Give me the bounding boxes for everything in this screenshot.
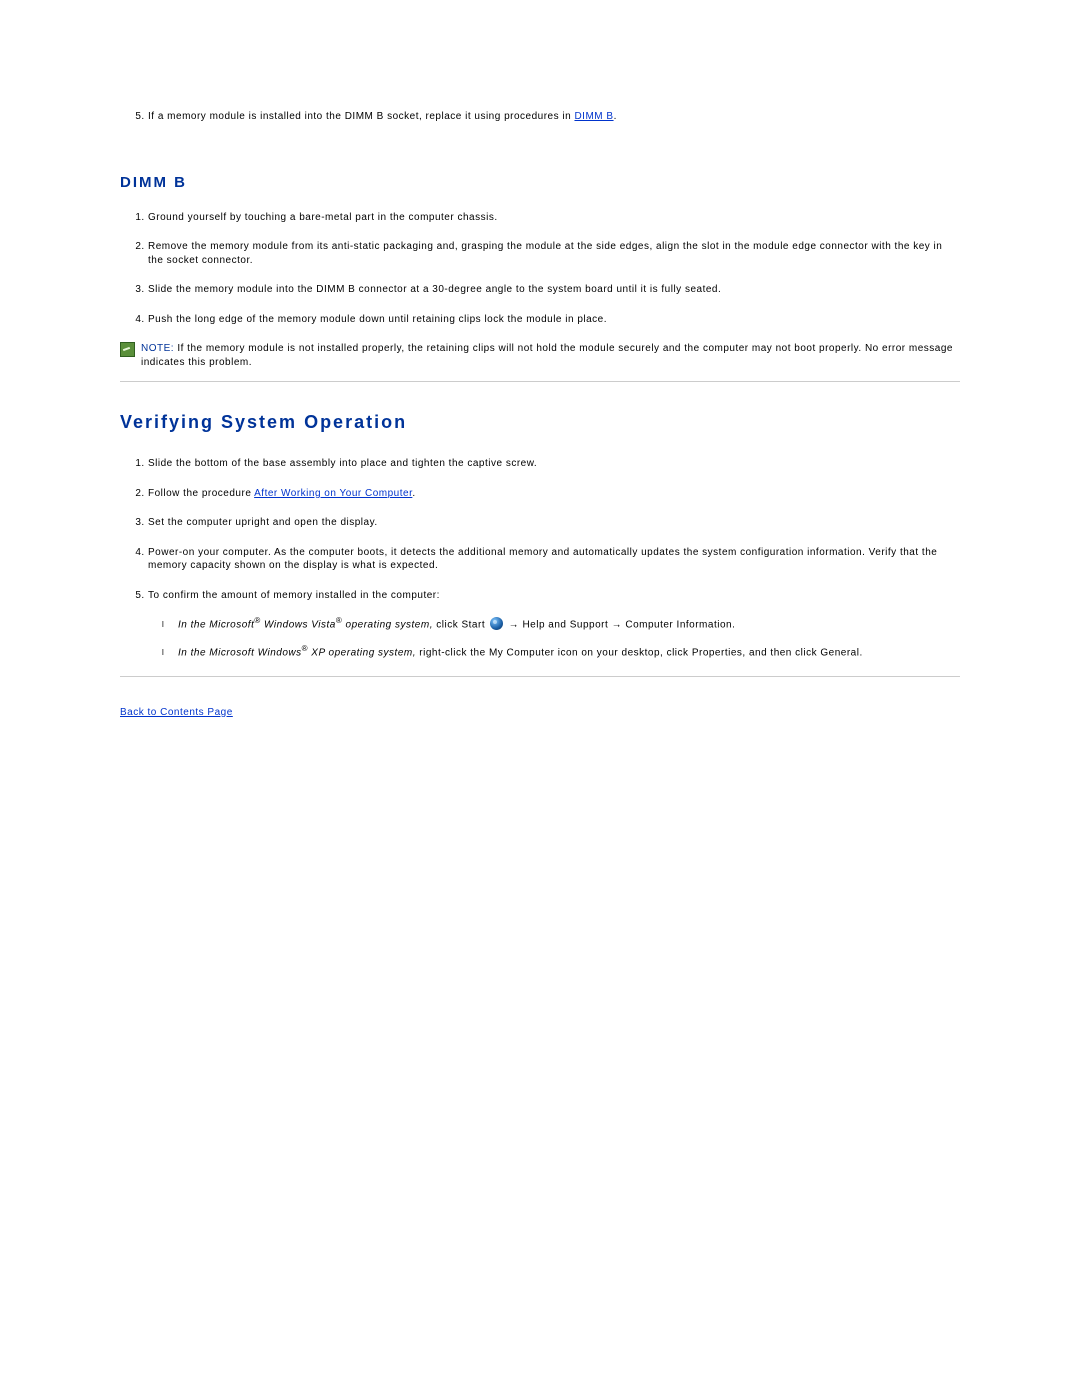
after-working-link[interactable]: After Working on Your Computer — [254, 488, 412, 499]
os-sublist: In the Microsoft® Windows Vista® operati… — [148, 616, 960, 660]
text: , and then click — [742, 647, 820, 658]
text: To confirm the amount of memory installe… — [148, 590, 440, 601]
my-computer: My Computer — [489, 647, 555, 658]
verify-heading: Verifying System Operation — [120, 412, 960, 433]
text: . — [859, 647, 862, 658]
arrow: → — [608, 619, 625, 630]
help-support: Help and Support — [522, 619, 608, 630]
note-text: NOTE: If the memory module is not instal… — [141, 342, 960, 369]
list-item: Follow the procedure After Working on Yo… — [148, 487, 960, 501]
back-to-contents-link[interactable]: Back to Contents Page — [120, 707, 233, 718]
list-item: Power-on your computer. As the computer … — [148, 546, 960, 573]
text: Follow the procedure — [148, 488, 254, 499]
list-item: Set the computer upright and open the di… — [148, 516, 960, 530]
general: General — [820, 647, 859, 658]
note-icon — [120, 342, 135, 357]
sublist-item-xp: In the Microsoft Windows® XP operating s… — [178, 644, 960, 660]
page-content: If a memory module is installed into the… — [0, 0, 1080, 718]
start-orb-icon — [490, 617, 503, 630]
text: click — [433, 619, 462, 630]
text: . — [614, 111, 617, 122]
list-item: Push the long edge of the memory module … — [148, 313, 960, 327]
list-item: Remove the memory module from its anti-s… — [148, 240, 960, 267]
list-item: To confirm the amount of memory installe… — [148, 589, 960, 660]
list-item: Ground yourself by touching a bare-metal… — [148, 211, 960, 225]
list-item: Slide the memory module into the DIMM B … — [148, 283, 960, 297]
sublist-item-vista: In the Microsoft® Windows Vista® operati… — [178, 616, 960, 632]
text: If a memory module is installed into the… — [148, 111, 574, 122]
computer-info: Computer Information — [625, 619, 732, 630]
text: right-click the — [416, 647, 489, 658]
verify-list: Slide the bottom of the base assembly in… — [120, 457, 960, 660]
properties: Properties — [692, 647, 743, 658]
separator — [120, 676, 960, 677]
separator — [120, 381, 960, 382]
text: . — [412, 488, 415, 499]
start-label: Start — [461, 619, 485, 630]
back-link-container: Back to Contents Page — [120, 707, 960, 718]
text: operating system, — [342, 619, 433, 630]
top-list-item-5: If a memory module is installed into the… — [148, 110, 960, 124]
text: In the Microsoft Windows — [178, 647, 302, 658]
text: In the Microsoft — [178, 619, 254, 630]
note-block: NOTE: If the memory module is not instal… — [120, 342, 960, 369]
top-ordered-list: If a memory module is installed into the… — [120, 110, 960, 124]
dimm-b-list: Ground yourself by touching a bare-metal… — [120, 211, 960, 327]
note-body: If the memory module is not installed pr… — [141, 343, 953, 368]
text: Windows Vista — [261, 619, 336, 630]
text: icon on your desktop, click — [554, 647, 691, 658]
arrow: → — [505, 619, 522, 630]
text: . — [732, 619, 735, 630]
dimm-b-link[interactable]: DIMM B — [574, 111, 613, 122]
list-item: Slide the bottom of the base assembly in… — [148, 457, 960, 471]
dimm-b-heading: DIMM B — [120, 174, 960, 191]
note-label: NOTE: — [141, 343, 174, 354]
text: XP operating system, — [308, 647, 416, 658]
